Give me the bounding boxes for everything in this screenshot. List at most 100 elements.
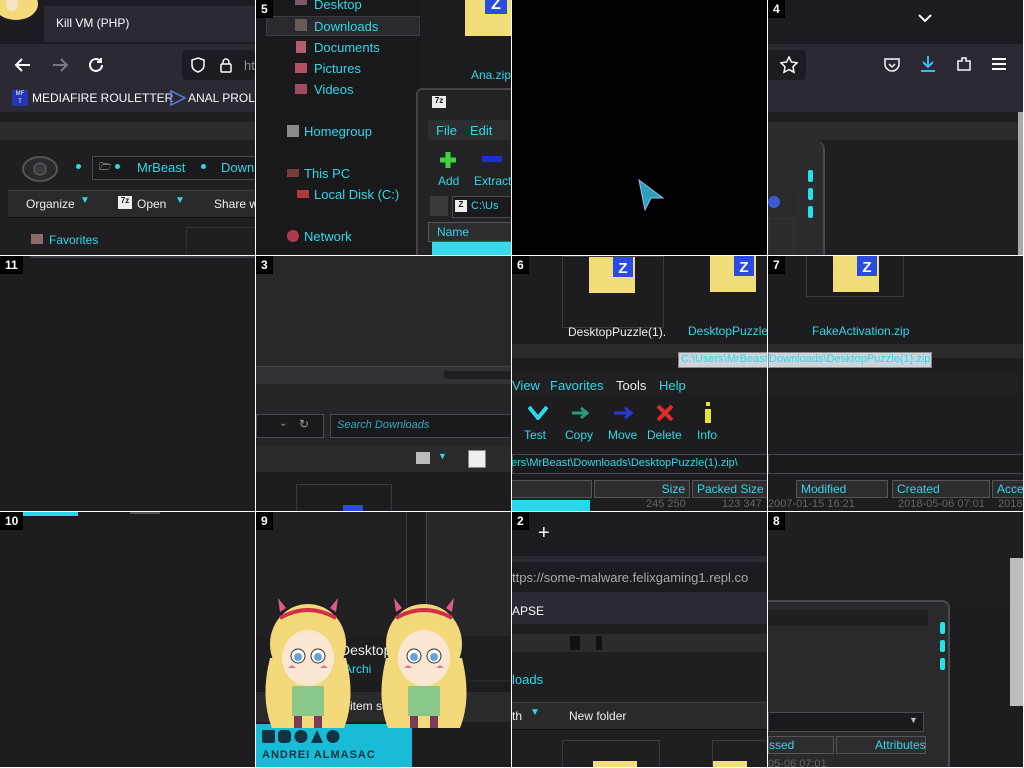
breadcrumb[interactable]: loads — [512, 672, 543, 687]
info-button[interactable]: Info — [697, 428, 717, 442]
bookmark-mediafire[interactable]: MEDIAFIRE ROULETTER — [32, 91, 173, 105]
menu-file[interactable]: File — [436, 123, 457, 138]
delete-button[interactable]: Delete — [647, 428, 682, 442]
nav-videos[interactable]: Videos — [314, 82, 354, 97]
url-bar[interactable]: ht — [182, 50, 255, 80]
extension-icon[interactable] — [955, 55, 973, 73]
path-field[interactable]: ▼ — [768, 712, 924, 732]
file-label[interactable]: FakeActivation.zip — [812, 324, 909, 338]
nav-this-pc[interactable]: This PC — [304, 166, 350, 181]
new-folder-button[interactable]: New folder — [569, 709, 626, 723]
column-header-size[interactable]: Size — [594, 480, 690, 498]
search-input[interactable]: Search Downloads — [330, 414, 511, 438]
path-field[interactable] — [768, 454, 1023, 474]
view-icon[interactable] — [416, 452, 430, 464]
reload-icon[interactable] — [87, 56, 105, 74]
preview-pane-icon[interactable] — [468, 450, 486, 468]
back-arrow-icon[interactable] — [14, 56, 32, 74]
download-icon[interactable] — [919, 55, 937, 73]
help-icon[interactable] — [768, 196, 780, 208]
table-row[interactable]: 245 250 123 347 — [512, 498, 767, 511]
browser-tab[interactable]: Kill VM (PHP) — [44, 6, 255, 42]
pane-frame — [186, 227, 255, 255]
menu-help[interactable]: Help — [659, 378, 686, 393]
hamburger-menu-icon[interactable] — [991, 57, 1007, 71]
chevron-down-icon[interactable]: ▼ — [438, 451, 447, 461]
nav-favorites[interactable]: Favorites — [49, 233, 98, 247]
bookmark-collapse[interactable]: APSE — [512, 604, 544, 618]
nav-homegroup[interactable]: Homegroup — [304, 124, 372, 139]
scrollbar[interactable] — [1010, 558, 1023, 706]
column-header[interactable]: Name — [428, 222, 511, 242]
share-with-button[interactable]: th — [512, 709, 522, 723]
forward-arrow-icon[interactable] — [51, 56, 69, 74]
nav-documents[interactable]: Documents — [314, 40, 380, 55]
path-field[interactable]: Z C:\Us — [452, 196, 511, 218]
new-tab-button[interactable]: + — [538, 522, 550, 545]
pocket-icon[interactable] — [883, 56, 901, 74]
bookmark-anal[interactable]: ANAL PROLA — [188, 91, 255, 105]
frame-notch — [570, 636, 580, 650]
address-bar[interactable]: 🗁 MrBeast Down — [92, 156, 255, 180]
column-header-modified[interactable]: Modified — [796, 480, 888, 498]
column-header-created[interactable]: Created — [892, 480, 990, 498]
local-disk-icon — [296, 187, 310, 201]
test-icon[interactable] — [528, 406, 548, 420]
menu-edit[interactable]: Edit — [470, 123, 492, 138]
add-icon[interactable] — [438, 150, 458, 170]
extract-icon[interactable] — [482, 156, 502, 162]
explorer-orb-icon[interactable] — [22, 156, 58, 182]
star-icon[interactable] — [780, 56, 798, 74]
tile-8-7zip-window: 8 ▼ ssed Attributes 05-06 07:01 — [768, 512, 1023, 767]
dropdown-arrow-icon[interactable]: ▼ — [909, 715, 918, 725]
column-header[interactable] — [512, 480, 592, 498]
nav-network[interactable]: Network — [304, 229, 352, 244]
file-tile[interactable]: Z — [806, 256, 904, 297]
url-bar-end[interactable] — [768, 50, 806, 80]
menu-favorites[interactable]: Favorites — [550, 378, 603, 393]
url-bar[interactable]: ttps://some-malware.felixgaming1.repl.co — [512, 562, 767, 592]
move-icon[interactable] — [612, 406, 634, 420]
menu-view[interactable]: View — [512, 378, 540, 393]
table-row[interactable]: 2007-01-15 16:21 2018-05-06 07:01 2018- — [768, 498, 1023, 511]
path-text: C:\Us — [471, 200, 499, 212]
folder-up-icon[interactable] — [430, 196, 448, 216]
nav-desktop[interactable]: Desktop — [314, 0, 362, 12]
tile-black — [512, 0, 767, 255]
tab-bar — [768, 0, 1023, 44]
selected-row[interactable] — [432, 242, 511, 255]
nav-local-disk[interactable]: Local Disk (C:) — [314, 187, 399, 202]
copy-button[interactable]: Copy — [565, 428, 593, 442]
organize-button[interactable]: Organize — [26, 197, 75, 211]
scrollbar[interactable] — [1018, 112, 1023, 255]
tile-number: 3 — [256, 256, 273, 274]
info-icon[interactable] — [703, 402, 713, 424]
file-tile[interactable]: Z DesktopPuzzle(1). — [562, 256, 666, 339]
delete-icon[interactable] — [656, 404, 674, 422]
refresh-icon[interactable]: ↻ — [299, 417, 309, 431]
path-field[interactable]: ers\MrBeast\Downloads\DesktopPuzzle(1).z… — [512, 454, 767, 474]
nav-downloads[interactable]: Downloads — [314, 19, 378, 34]
open-button[interactable]: Open — [137, 197, 166, 211]
column-header-accessed[interactable]: ssed — [768, 736, 834, 754]
file-label[interactable]: DesktopPuzzle.zip — [688, 324, 767, 338]
share-button[interactable]: Share w — [214, 197, 255, 211]
row-packed: 123 347 — [722, 498, 762, 510]
column-header-accessed[interactable]: Acce — [992, 480, 1023, 498]
column-header-attributes[interactable]: Attributes — [836, 736, 926, 754]
column-header-packed[interactable]: Packed Size — [692, 480, 767, 498]
chevron-down-icon[interactable] — [918, 14, 932, 24]
test-button[interactable]: Test — [524, 428, 546, 442]
tile-number: 10 — [0, 512, 24, 530]
menu-tools[interactable]: Tools — [616, 378, 646, 393]
zip-file-label[interactable]: Ana.zip — [471, 68, 511, 82]
address-segment[interactable]: Down — [221, 160, 254, 175]
nav-pictures[interactable]: Pictures — [314, 61, 361, 76]
add-button[interactable]: Add — [438, 174, 459, 188]
extract-button[interactable]: Extract — [474, 174, 511, 188]
copy-icon[interactable] — [570, 406, 590, 420]
address-end[interactable]: ⌄ ↻ — [256, 414, 324, 438]
tile-number: 7 — [768, 256, 785, 274]
address-segment[interactable]: MrBeast — [137, 160, 185, 175]
move-button[interactable]: Move — [608, 428, 637, 442]
